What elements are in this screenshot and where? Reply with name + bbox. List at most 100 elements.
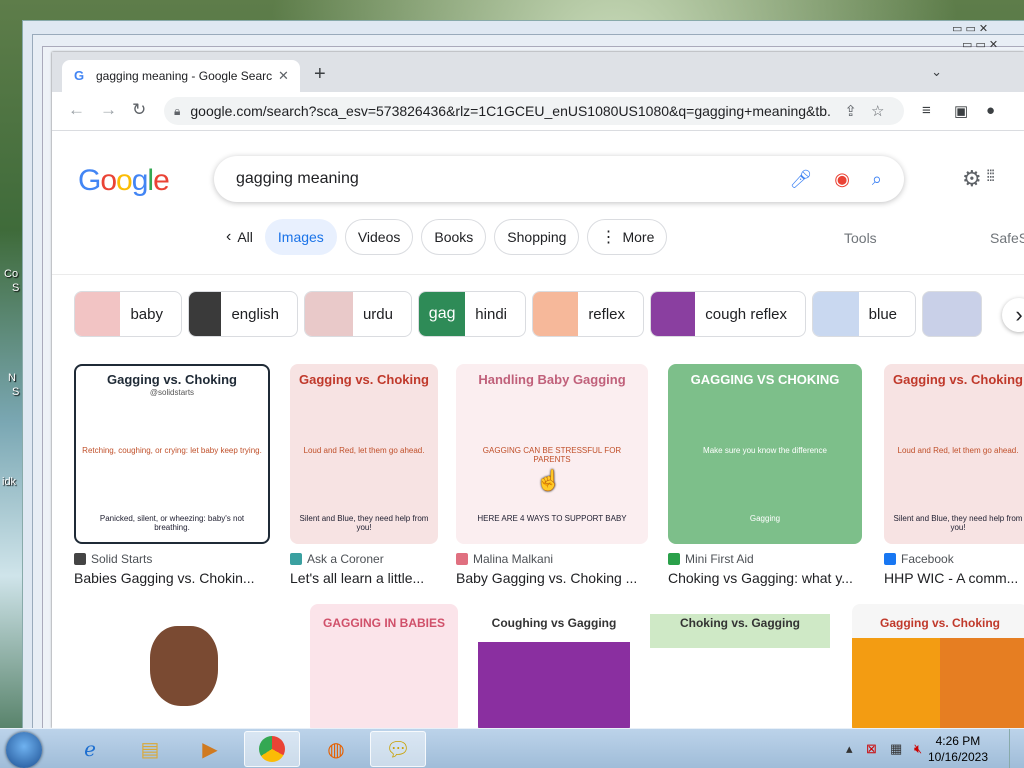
mic-icon[interactable]: 🎤︎ (789, 169, 812, 190)
result-image[interactable]: Gagging vs. Choking @solidstarts Retching,… (74, 364, 270, 544)
result-image[interactable]: Coughing vs Gagging (478, 604, 630, 728)
result-image[interactable]: Gagging vs. Choking Loud and Red, let the… (290, 364, 438, 544)
address-bar[interactable]: 🔒︎ google.com/search?sca_esv=573826436&r… (164, 97, 904, 125)
logo-letter: G (78, 164, 101, 197)
filter-chip-more[interactable]: ⋮ More (587, 219, 668, 255)
tools-button[interactable]: Tools (844, 230, 877, 246)
image-caption-text: Retching, coughing, or crying: let baby … (82, 446, 262, 455)
result-image[interactable]: Gagging vs. Choking Loud and Red, let the… (884, 364, 1024, 544)
image-sub-text: @solidstarts (149, 388, 195, 397)
source-name: Ask a Coroner (307, 552, 384, 566)
back-icon[interactable]: ← (68, 101, 85, 119)
result-source[interactable]: Ask a Coroner (290, 552, 438, 566)
related-chip-cough-reflex[interactable]: cough reflex (650, 291, 806, 337)
image-heading-text: Choking vs. Gagging (679, 616, 800, 630)
start-button[interactable] (6, 732, 42, 768)
logo-letter: e (153, 164, 170, 197)
image-result[interactable]: Gagging vs. Choking Loud and Red, let the… (290, 364, 438, 586)
result-title[interactable]: Choking vs Gagging: what y... (668, 570, 862, 586)
related-chip-hindi[interactable]: gag hindi (418, 291, 526, 337)
related-label: urdu (362, 305, 393, 323)
chevron-down-icon[interactable]: ⌄ (931, 64, 942, 80)
image-result[interactable]: GAGGING VS CHOKING Make sure you know the… (668, 364, 862, 586)
chat-icon[interactable]: 💬︎ (370, 731, 426, 767)
lock-icon[interactable]: 🔒︎ (174, 104, 180, 119)
window-controls[interactable]: ▭ ▭ ✕ (952, 22, 988, 35)
volume-mute-icon[interactable]: 🔇︎ (914, 741, 922, 757)
side-panel-icon[interactable]: ▣ (954, 102, 968, 120)
result-image[interactable] (74, 604, 292, 728)
result-title[interactable]: Baby Gagging vs. Choking ... (456, 570, 648, 586)
safesearch-button[interactable]: SafeS (990, 230, 1024, 246)
search-box[interactable]: gagging meaning 🎤︎ ◉ ⌕ (214, 156, 904, 202)
forward-icon[interactable]: → (100, 101, 117, 119)
chevron-left-icon: ‹ (226, 228, 232, 245)
result-image[interactable]: Choking vs. Gagging (650, 604, 830, 728)
show-desktop-button[interactable] (1009, 729, 1024, 768)
star-icon[interactable]: ☆ (871, 102, 884, 120)
filter-chip-images[interactable]: Images (264, 219, 337, 255)
filter-chip-videos[interactable]: Videos (344, 219, 414, 255)
result-title[interactable]: Babies Gagging vs. Chokin... (74, 570, 270, 586)
result-image[interactable]: Gagging vs. Choking (852, 604, 1024, 728)
related-label: hindi (475, 305, 507, 323)
result-image[interactable]: GAGGING VS CHOKING Make sure you know the… (668, 364, 862, 544)
tab-active[interactable]: G gagging meaning - Google Search ✕ (62, 60, 300, 92)
result-source[interactable]: Solid Starts (74, 552, 270, 566)
related-chip-blue[interactable]: blue (812, 291, 916, 337)
tab-title: gagging meaning - Google Search (96, 69, 272, 83)
result-source[interactable]: Malina Malkani (456, 552, 648, 566)
window-controls[interactable]: ▭ ▭ ✕ (962, 38, 998, 51)
share-icon[interactable]: ⇪ (844, 102, 857, 120)
result-source[interactable]: Facebook (884, 552, 1024, 566)
related-chip-english[interactable]: english (188, 291, 298, 337)
related-chip-more[interactable] (922, 291, 982, 337)
source-favicon-icon (290, 553, 302, 565)
image-caption-text: Panicked, silent, or wheezing: baby's no… (99, 514, 245, 532)
google-logo[interactable]: Google (78, 164, 170, 198)
search-input[interactable]: gagging meaning (236, 170, 789, 188)
filter-chip-books[interactable]: Books (421, 219, 487, 255)
filter-chip-shopping[interactable]: Shopping (494, 219, 580, 255)
image-result[interactable]: Gagging vs. Choking @solidstarts Retching,… (74, 364, 270, 586)
related-chip-reflex[interactable]: reflex (532, 291, 644, 337)
desktop-label: S (12, 282, 20, 294)
folder-icon[interactable]: ▤ (122, 731, 178, 767)
close-icon[interactable]: ✕ (278, 68, 289, 84)
ie-icon[interactable]: ℯ (62, 731, 118, 767)
network-icon[interactable]: ▦ (890, 741, 902, 757)
related-thumbnail: gag (419, 292, 466, 336)
firefox-icon[interactable]: ◍ (308, 731, 364, 767)
related-chip-urdu[interactable]: urdu (304, 291, 412, 337)
result-image[interactable]: Handling Baby Gagging GAGGING CAN BE STRE… (456, 364, 648, 544)
related-searches: baby english urdu gag hindi reflex cough refle… (74, 291, 988, 339)
image-caption-text: Loud and Red, let them go ahead. (303, 446, 425, 455)
result-title[interactable]: Let's all learn a little... (290, 570, 438, 586)
desktop-label: idk (2, 476, 17, 488)
media-icon[interactable]: ≡ (922, 102, 931, 119)
reload-icon[interactable]: ↻ (132, 101, 146, 119)
chevron-up-icon[interactable]: ▴ (846, 741, 853, 757)
image-result[interactable]: Gagging vs. Choking Loud and Red, let the… (884, 364, 1024, 586)
media-player-icon[interactable]: ▶ (182, 731, 238, 767)
network-error-icon[interactable]: ⊠ (866, 741, 877, 757)
chevron-right-icon[interactable]: › (1002, 298, 1024, 332)
related-chip-baby[interactable]: baby (74, 291, 182, 337)
filter-chip-all[interactable]: ‹ All (222, 219, 257, 255)
result-source[interactable]: Mini First Aid (668, 552, 862, 566)
search-icon[interactable]: ⌕ (872, 169, 882, 190)
apps-icon[interactable]: ⁞⁞⁞ (986, 168, 995, 186)
chrome-icon[interactable] (244, 731, 300, 767)
clock[interactable]: 4:26 PM 10/16/2023 (928, 733, 988, 765)
gear-icon[interactable]: ⚙ (962, 166, 982, 192)
related-label: english (231, 305, 279, 323)
url-text[interactable]: google.com/search?sca_esv=573826436&rlz=… (190, 103, 830, 119)
result-title[interactable]: HHP WIC - A comm... (884, 570, 1024, 586)
browser-window: G gagging meaning - Google Search ✕ + ⌄ … (52, 52, 1024, 728)
related-thumbnail (813, 292, 859, 336)
lens-icon[interactable]: ◉ (834, 169, 850, 190)
new-tab-button[interactable]: + (314, 64, 326, 84)
related-thumbnail (75, 292, 121, 336)
result-image[interactable]: GAGGING IN BABIES (310, 604, 458, 728)
profile-icon[interactable]: ● (986, 102, 995, 119)
